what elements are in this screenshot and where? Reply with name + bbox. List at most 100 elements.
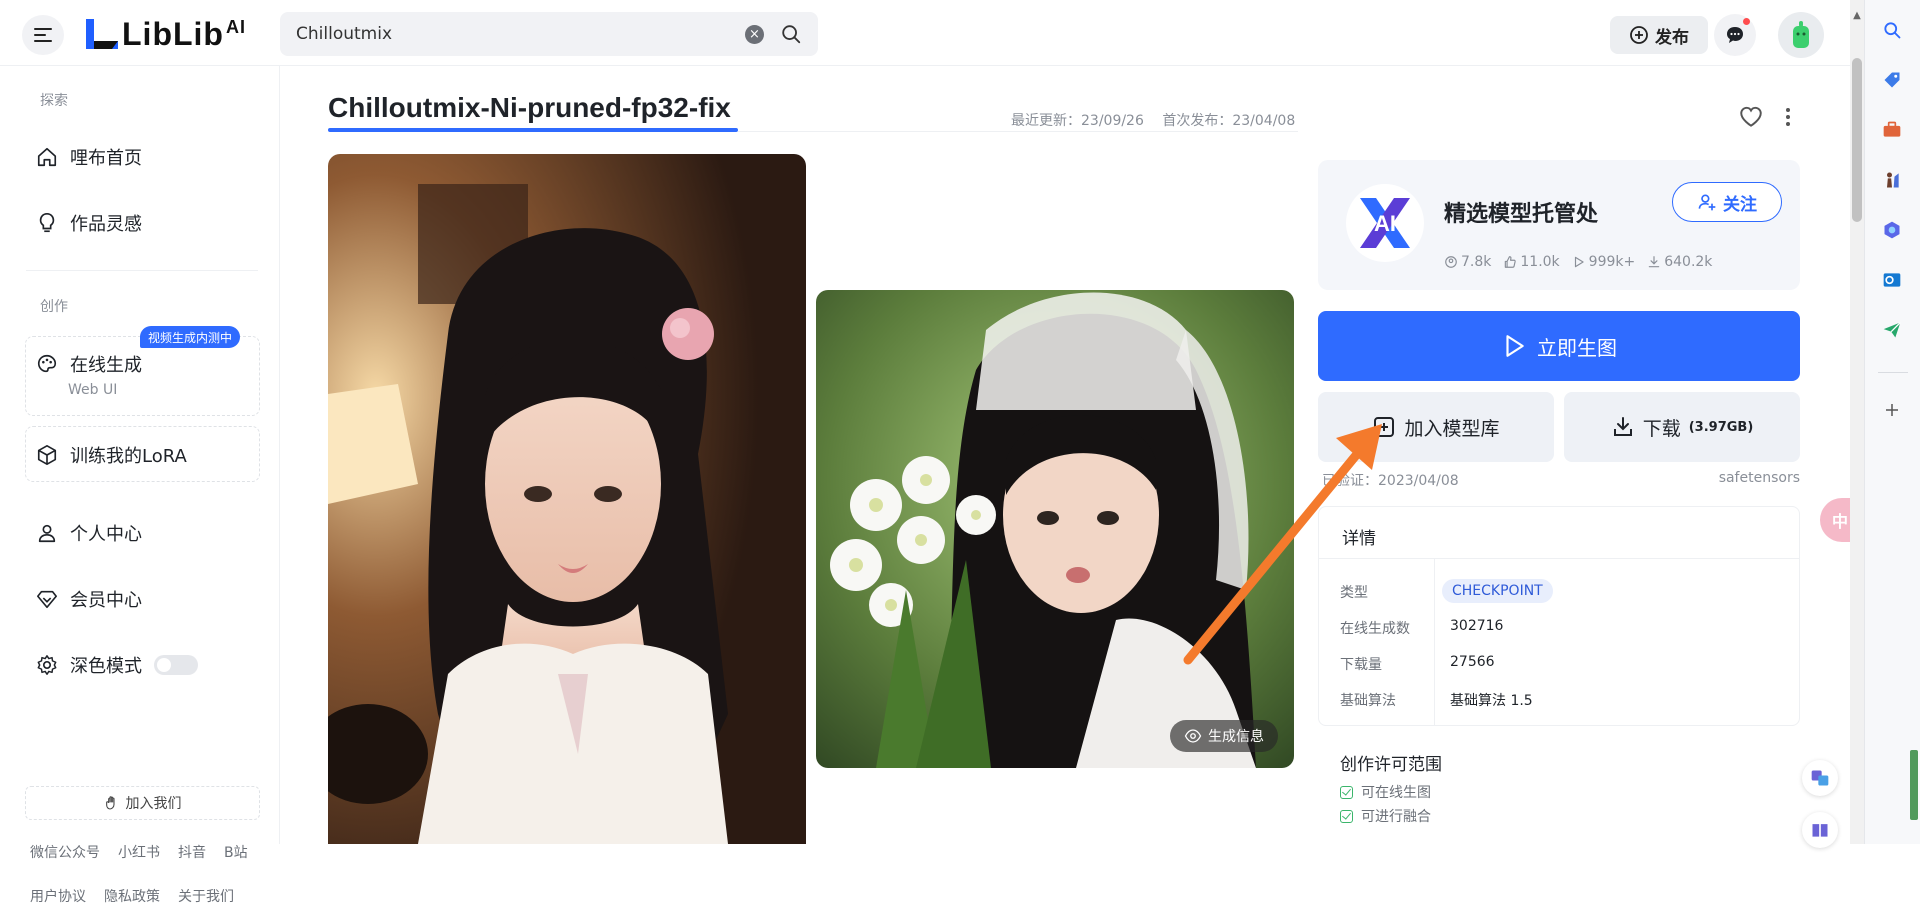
title-underline: [328, 128, 738, 132]
follow-button[interactable]: 关注: [1672, 182, 1782, 222]
footer-link[interactable]: 隐私政策: [104, 886, 160, 906]
add-to-library-label: 加入模型库: [1404, 417, 1500, 440]
online-gen-subtitle: Web UI: [68, 382, 118, 398]
send-icon[interactable]: [1878, 316, 1906, 344]
top-bar: LibLib AI × 发布: [0, 0, 1850, 66]
model-title: Chilloutmix-Ni-pruned-fp32-fix: [328, 92, 731, 123]
sidebar-item-home-label: 哩布首页: [70, 148, 142, 169]
join-us-label: 加入我们: [125, 796, 182, 812]
more-options-icon[interactable]: [1780, 104, 1796, 130]
menu-icon[interactable]: [22, 15, 64, 55]
generate-now-button[interactable]: 立即生图: [1318, 311, 1800, 381]
social-link[interactable]: 小红书: [118, 842, 160, 862]
tag-icon[interactable]: [1878, 66, 1906, 94]
footer-link[interactable]: 关于我们: [178, 886, 234, 906]
license-item: 可进行融合: [1340, 806, 1431, 826]
social-link[interactable]: 抖音: [178, 842, 206, 862]
plus-circle-icon: [1630, 26, 1648, 44]
section-create-title: 创作: [40, 299, 68, 315]
add-to-library-button[interactable]: 加入模型库: [1318, 392, 1554, 462]
model-preview-image-second[interactable]: [816, 290, 1294, 768]
stat-runs: 999k+: [1572, 254, 1635, 270]
sidebar-item-train-lora-label-row[interactable]: 训练我的LoRA: [36, 442, 187, 468]
publish-button[interactable]: 发布: [1610, 16, 1708, 54]
social-links: 微信公众号 小红书 抖音 B站: [30, 842, 248, 862]
file-format: safetensors: [1718, 470, 1800, 486]
scrollbar-thumb[interactable]: [1852, 58, 1862, 222]
sidebar-item-train-lora-label: 训练我的LoRA: [70, 446, 187, 467]
heart-icon[interactable]: [1738, 104, 1764, 130]
sidebar-item-online-gen-label-row[interactable]: 在线生成: [36, 351, 142, 377]
reader-icon[interactable]: [1802, 812, 1838, 848]
left-sidebar: 探索 哩布首页 作品灵感 创作 视频生成内测中 在线生成 Web UI 训练我的…: [0, 66, 280, 905]
join-us-button[interactable]: 加入我们: [25, 786, 260, 820]
author-name[interactable]: 精选模型托管处: [1444, 196, 1598, 228]
eye-icon: [1184, 729, 1202, 743]
gear-icon: [37, 655, 57, 675]
sidebar-divider: [26, 270, 258, 271]
stat-downloads: 640.2k: [1647, 254, 1712, 270]
last-update-date: 最近更新：23/09/26: [1011, 113, 1144, 129]
check-icon: [1340, 785, 1353, 799]
play-outline-icon: [1506, 335, 1524, 357]
copilot-icon[interactable]: [1878, 216, 1906, 244]
sidebar-item-personal[interactable]: 个人中心: [36, 520, 142, 546]
lightbulb-icon: [39, 213, 55, 233]
footer-link[interactable]: 用户协议: [30, 886, 86, 906]
add-icon[interactable]: [1878, 396, 1906, 424]
download-label: 下载: [1642, 417, 1681, 440]
sidebar-item-dark-mode[interactable]: 深色模式: [36, 652, 198, 678]
user-avatar[interactable]: [1778, 12, 1824, 58]
footer-links: 用户协议 隐私政策 关于我们: [30, 886, 234, 906]
logo-ai-text: AI: [225, 17, 246, 37]
translate-icon[interactable]: [1802, 760, 1838, 796]
download-button[interactable]: 下载 (3.97GB): [1564, 392, 1800, 462]
side-panel-indicator: [1910, 750, 1918, 820]
download-tray-icon: [1613, 417, 1632, 436]
search-icon[interactable]: [780, 23, 802, 45]
thumbs-up-icon: [1505, 256, 1517, 268]
sidebar-item-home[interactable]: 哩布首页: [36, 144, 142, 170]
first-release-date: 首次发布：23/04/08: [1162, 113, 1296, 129]
sidebar-item-inspiration[interactable]: 作品灵感: [36, 210, 142, 236]
detail-label-downloads: 下载量: [1340, 657, 1382, 673]
author-avatar[interactable]: AI: [1346, 184, 1424, 262]
search-input[interactable]: [296, 24, 745, 44]
social-link[interactable]: B站: [224, 842, 248, 862]
liblib-logo[interactable]: LibLib AI: [84, 14, 246, 54]
dark-mode-toggle[interactable]: [154, 655, 198, 675]
add-user-icon: [1698, 194, 1716, 211]
palette-icon: [37, 354, 57, 373]
outlook-icon[interactable]: [1878, 266, 1906, 294]
stat-followers-value: 7.8k: [1461, 254, 1492, 270]
verified-date: 已验证：2023/04/08: [1322, 473, 1459, 489]
plus-square-icon: [1374, 417, 1395, 437]
stat-likes: 11.0k: [1503, 254, 1560, 270]
stat-likes-value: 11.0k: [1520, 254, 1560, 270]
model-preview-image-main[interactable]: [328, 154, 806, 844]
sidebar-item-member[interactable]: 会员中心: [36, 586, 142, 612]
scroll-up-arrow[interactable]: ▲: [1850, 10, 1864, 21]
portrait-illustration: [328, 154, 806, 844]
notification-dot: [1743, 18, 1750, 25]
sidebar-item-inspiration-label: 作品灵感: [70, 214, 142, 235]
verification-row: 已验证：2023/04/08 safetensors: [1322, 470, 1800, 490]
chess-icon[interactable]: [1878, 166, 1906, 194]
diamond-icon: [37, 590, 57, 609]
sidebar-item-dark-mode-label: 深色模式: [70, 656, 142, 677]
clear-search-icon[interactable]: ×: [745, 24, 764, 44]
play-icon: [1574, 256, 1584, 268]
generation-info-button[interactable]: 生成信息: [1170, 720, 1278, 752]
generate-now-label: 立即生图: [1537, 335, 1617, 360]
chat-bubble-icon: [1727, 27, 1743, 43]
social-link[interactable]: 微信公众号: [30, 842, 100, 862]
home-icon: [37, 147, 57, 167]
detail-value-base-algo: 基础算法 1.5: [1450, 693, 1533, 709]
message-button[interactable]: [1714, 14, 1756, 56]
sidebar-item-online-gen-label: 在线生成: [70, 355, 142, 376]
license-item: 可在线生图: [1340, 782, 1431, 802]
browser-search-icon[interactable]: [1878, 16, 1906, 44]
sidebar-item-personal-label: 个人中心: [70, 524, 142, 545]
detail-value-downloads: 27566: [1450, 654, 1495, 670]
toolbox-icon[interactable]: [1878, 116, 1906, 144]
